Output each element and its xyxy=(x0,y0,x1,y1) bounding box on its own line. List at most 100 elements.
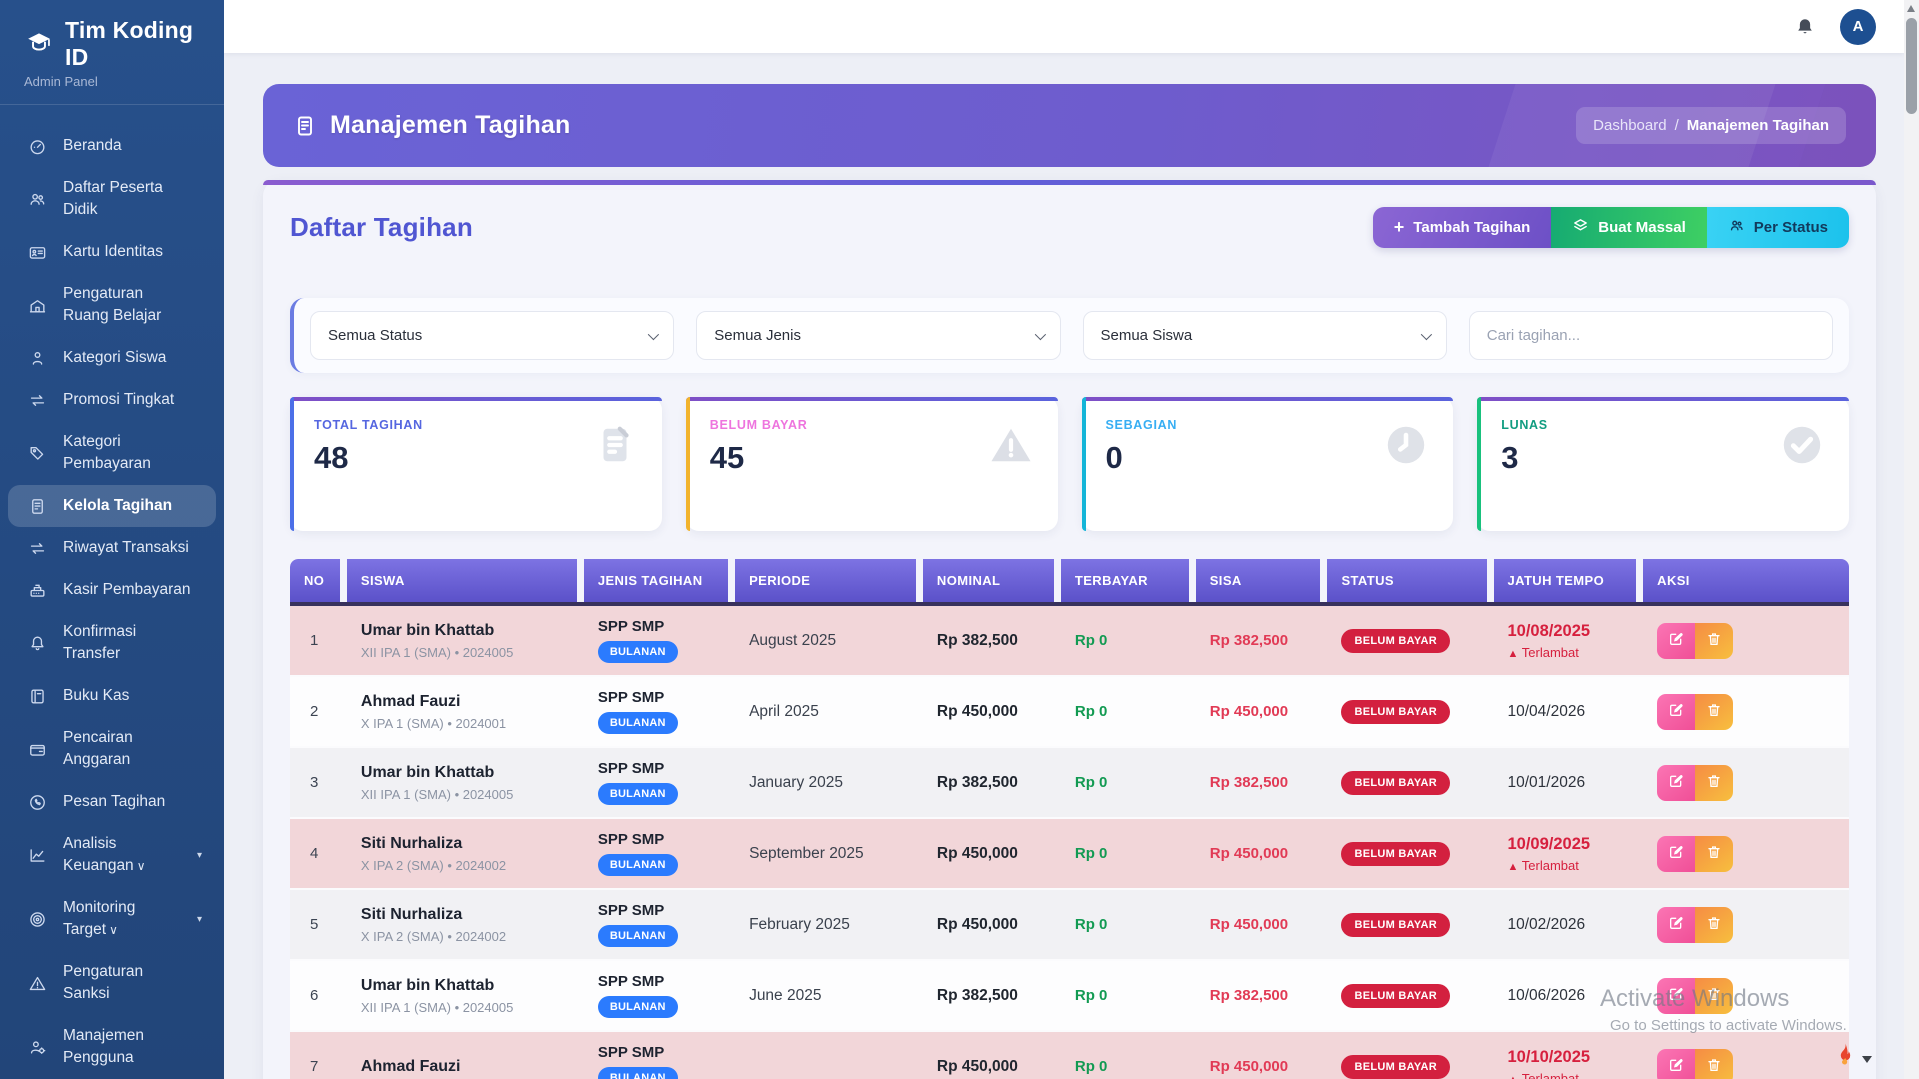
search-input[interactable] xyxy=(1487,327,1815,344)
terbayar-cell: Rp 0 xyxy=(1061,1058,1196,1075)
whatsapp-icon xyxy=(28,792,48,812)
sidebar-item-label: Kategori Pembayaran xyxy=(63,431,193,475)
breadcrumb: Dashboard / Manajemen Tagihan xyxy=(1576,107,1846,144)
column-header-siswa: SISWA xyxy=(347,559,584,602)
sidebar-item-analisis-keuangan[interactable]: Analisis Keuangan∨▾ xyxy=(0,823,224,887)
jenis-name: SPP SMP xyxy=(598,1044,735,1061)
status-badge: BELUM BAYAR xyxy=(1341,700,1450,724)
sidebar-item-pesan-tagihan[interactable]: Pesan Tagihan xyxy=(0,781,224,823)
sidebar-item-riwayat-transaksi[interactable]: Riwayat Transaksi xyxy=(0,527,224,569)
nominal-cell: Rp 450,000 xyxy=(923,916,1061,934)
sidebar-item-pengaturan-sanksi[interactable]: Pengaturan Sanksi xyxy=(0,951,224,1015)
delete-button[interactable] xyxy=(1695,623,1733,659)
aksi-cell xyxy=(1643,836,1849,872)
student-name: Umar bin Khattab xyxy=(361,622,584,640)
periode-cell: August 2025 xyxy=(735,632,923,650)
bell-icon[interactable] xyxy=(1794,16,1816,38)
student-detail: X IPA 2 (SMA) • 2024002 xyxy=(361,858,584,873)
siswa-filter-select[interactable]: Semua Siswa xyxy=(1083,311,1447,360)
sisa-cell: Rp 382,500 xyxy=(1196,632,1328,649)
status-cell: BELUM BAYAR xyxy=(1327,842,1493,866)
avatar[interactable]: A xyxy=(1840,9,1876,45)
jenis-name: SPP SMP xyxy=(598,760,735,777)
vertical-scrollbar[interactable] xyxy=(1904,0,1919,1079)
delete-button[interactable] xyxy=(1695,907,1733,943)
siswa-cell: Ahmad Fauzi xyxy=(347,1058,584,1076)
aksi-cell xyxy=(1643,623,1849,659)
sidebar-item-kasir-pembayaran[interactable]: Kasir Pembayaran xyxy=(0,569,224,611)
caret-down-icon[interactable] xyxy=(1862,1056,1872,1063)
stats-row: TOTAL TAGIHAN48BELUM BAYAR45SEBAGIAN0LUN… xyxy=(290,397,1849,531)
row-number: 2 xyxy=(290,703,347,720)
sidebar-item-daftar-peserta-didik[interactable]: Daftar Peserta Didik xyxy=(0,167,224,231)
tambah-tagihan-button[interactable]: + Tambah Tagihan xyxy=(1373,207,1551,248)
edit-icon xyxy=(1668,1057,1684,1076)
per-status-button[interactable]: Per Status xyxy=(1707,207,1849,248)
sisa-cell: Rp 450,000 xyxy=(1196,1058,1328,1075)
student-name: Ahmad Fauzi xyxy=(361,693,584,711)
edit-button[interactable] xyxy=(1657,1049,1695,1079)
siswa-cell: Umar bin KhattabXII IPA 1 (SMA) • 202400… xyxy=(347,622,584,660)
panel-title: Daftar Tagihan xyxy=(290,212,473,243)
edit-button[interactable] xyxy=(1657,836,1695,872)
trash-icon xyxy=(1706,844,1722,863)
table-row: 7Ahmad FauziSPP SMPBULANANRp 450,000Rp 0… xyxy=(290,1032,1849,1079)
periode-cell: June 2025 xyxy=(735,987,923,1005)
edit-button[interactable] xyxy=(1657,694,1695,730)
column-header-jatuh-tempo: JATUH TEMPO xyxy=(1494,559,1644,602)
chevron-down-icon xyxy=(1034,328,1045,339)
row-number: 6 xyxy=(290,987,347,1004)
row-number: 7 xyxy=(290,1058,347,1075)
jenis-name: SPP SMP xyxy=(598,973,735,990)
breadcrumb-parent[interactable]: Dashboard xyxy=(1593,117,1666,134)
chevron-down-icon xyxy=(648,328,659,339)
terbayar-cell: Rp 0 xyxy=(1061,916,1196,933)
column-header-jenis-tagihan: JENIS TAGIHAN xyxy=(584,559,735,602)
student-name: Ahmad Fauzi xyxy=(361,1058,584,1076)
siswa-cell: Umar bin KhattabXII IPA 1 (SMA) • 202400… xyxy=(347,764,584,802)
jenis-filter-select[interactable]: Semua Jenis xyxy=(696,311,1060,360)
sidebar-item-buku-kas[interactable]: Buku Kas xyxy=(0,675,224,717)
id-card-icon xyxy=(28,242,48,262)
scrollbar-up-arrow[interactable] xyxy=(1907,5,1915,12)
jatuh-tempo-cell: 10/01/2026 xyxy=(1494,774,1644,792)
sidebar-item-label: Pengaturan Ruang Belajar xyxy=(63,283,193,327)
student-name: Umar bin Khattab xyxy=(361,977,584,995)
sidebar-item-kategori-siswa[interactable]: Kategori Siswa xyxy=(0,337,224,379)
edit-button[interactable] xyxy=(1657,623,1695,659)
status-badge: BELUM BAYAR xyxy=(1341,1055,1450,1079)
table-row: 4Siti NurhalizaX IPA 2 (SMA) • 2024002SP… xyxy=(290,819,1849,890)
sidebar-item-label: Buku Kas xyxy=(63,685,129,707)
sidebar-item-promosi-tingkat[interactable]: Promosi Tingkat xyxy=(0,379,224,421)
bulanan-badge: BULANAN xyxy=(598,712,678,734)
status-badge: BELUM BAYAR xyxy=(1341,913,1450,937)
sidebar-item-beranda[interactable]: Beranda xyxy=(0,125,224,167)
brand-subtitle: Admin Panel xyxy=(24,74,210,89)
sidebar-item-pengaturan-ruang-belajar[interactable]: Pengaturan Ruang Belajar xyxy=(0,273,224,337)
edit-button[interactable] xyxy=(1657,907,1695,943)
late-flag: ▲ Terlambat xyxy=(1508,1071,1644,1079)
delete-button[interactable] xyxy=(1695,1049,1733,1079)
register-icon xyxy=(28,580,48,600)
delete-button[interactable] xyxy=(1695,765,1733,801)
aksi-cell xyxy=(1643,694,1849,730)
status-filter-select[interactable]: Semua Status xyxy=(310,311,674,360)
nominal-cell: Rp 382,500 xyxy=(923,632,1061,650)
edit-button[interactable] xyxy=(1657,765,1695,801)
delete-button[interactable] xyxy=(1695,694,1733,730)
sidebar-item-kelola-tagihan[interactable]: Kelola Tagihan xyxy=(8,485,216,527)
sidebar-item-konfirmasi-transfer[interactable]: Konfirmasi Transfer xyxy=(0,611,224,675)
sidebar-item-kartu-identitas[interactable]: Kartu Identitas xyxy=(0,231,224,273)
sidebar-item-manajemen-pengguna[interactable]: Manajemen Pengguna xyxy=(0,1015,224,1079)
person-icon xyxy=(28,348,48,368)
sidebar-item-kategori-pembayaran[interactable]: Kategori Pembayaran xyxy=(0,421,224,485)
daftar-tagihan-panel: Daftar Tagihan + Tambah Tagihan Buat Mas… xyxy=(263,180,1876,1079)
sidebar-item-pencairan-anggaran[interactable]: Pencairan Anggaran xyxy=(0,717,224,781)
sidebar-item-monitoring-target[interactable]: Monitoring Target∨▾ xyxy=(0,887,224,951)
edit-button[interactable] xyxy=(1657,978,1695,1014)
delete-button[interactable] xyxy=(1695,836,1733,872)
delete-button[interactable] xyxy=(1695,978,1733,1014)
scrollbar-thumb[interactable] xyxy=(1906,18,1917,114)
buat-massal-button[interactable]: Buat Massal xyxy=(1551,207,1707,248)
stat-label: BELUM BAYAR xyxy=(710,418,808,432)
